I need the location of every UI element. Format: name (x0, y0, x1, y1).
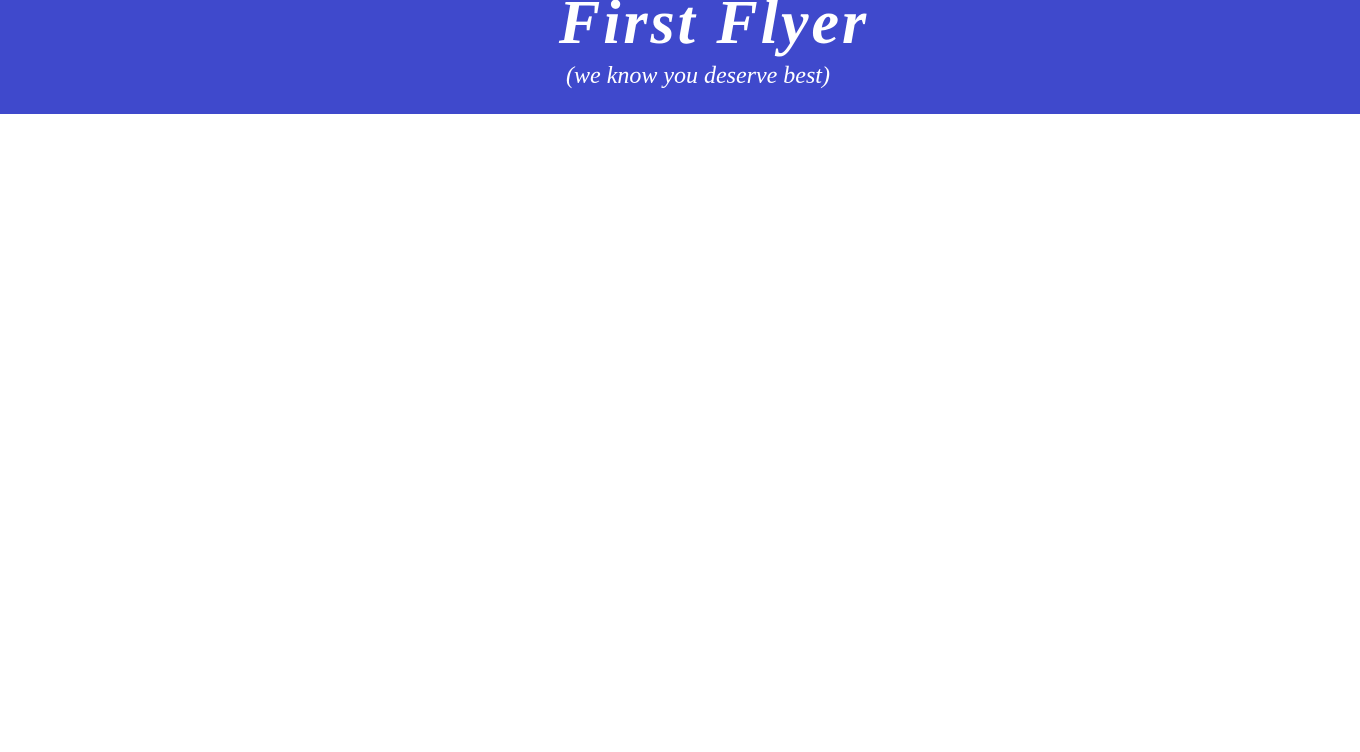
main-content-area (0, 114, 1360, 752)
site-title: First Flyer (558, 0, 870, 57)
site-tagline: (we know you deserve best) (566, 63, 830, 89)
site-header: First Flyer (we know you deserve best) (0, 0, 1360, 114)
